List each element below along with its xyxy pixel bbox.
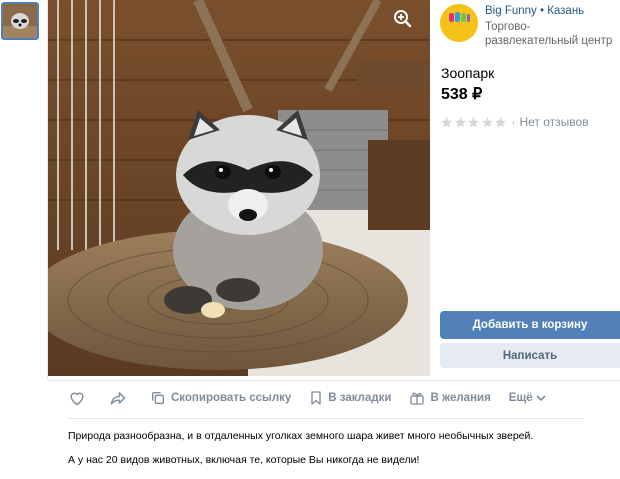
- copy-link-label: Скопировать ссылку: [171, 392, 292, 404]
- action-bar: Скопировать ссылку В закладки В желания …: [68, 388, 569, 408]
- wishlist-label: В желания: [430, 392, 491, 404]
- star-icon: [481, 116, 493, 127]
- heart-icon: [70, 392, 84, 406]
- rating-block[interactable]: · Нет отзывов: [440, 114, 589, 130]
- seller-category: Торгово-развлекательный центр: [485, 21, 613, 47]
- bookmarks-label: В закладки: [328, 392, 392, 404]
- seller-block: Big Funny • Казань Торгово-развлекательн…: [440, 4, 620, 48]
- big-funny-logo-icon: [440, 4, 478, 42]
- rating-separator: ·: [511, 115, 516, 129]
- seller-name-link[interactable]: Big Funny • Казань: [485, 5, 584, 17]
- description-paragraph: А у нас 20 видов животных, включая те, к…: [68, 454, 420, 466]
- bookmark-icon: [311, 391, 321, 405]
- bookmarks-button[interactable]: В закладки: [309, 390, 391, 406]
- like-button[interactable]: [68, 390, 91, 406]
- copy-link-button[interactable]: Скопировать ссылку: [150, 390, 291, 406]
- raccoon-photo-image: [48, 0, 430, 376]
- product-price: 538 ₽: [441, 86, 483, 103]
- more-label: Ещё: [508, 392, 533, 404]
- raccoon-thumbnail-image: [3, 4, 37, 38]
- reviews-count-text[interactable]: Нет отзывов: [520, 115, 589, 129]
- product-description: Природа разнообразна, и в отдаленных уго…: [68, 430, 598, 478]
- product-photo[interactable]: [48, 0, 430, 376]
- message-button[interactable]: Написать: [440, 343, 620, 368]
- more-button[interactable]: Ещё: [509, 392, 551, 404]
- product-title: Зоопарк: [441, 65, 495, 81]
- divider: [48, 380, 620, 381]
- thumbnail-strip: [0, 0, 48, 380]
- share-icon: [110, 392, 126, 405]
- star-icon: [495, 116, 506, 127]
- share-button[interactable]: [109, 390, 132, 406]
- gift-icon: [410, 392, 425, 405]
- copy-icon: [152, 392, 164, 404]
- star-icon: [441, 116, 452, 127]
- zoom-in-icon: [394, 10, 412, 28]
- chevron-down-icon: [536, 395, 546, 402]
- zoom-button[interactable]: [392, 8, 414, 30]
- seller-logo[interactable]: [440, 4, 478, 42]
- description-paragraph: Природа разнообразна, и в отдаленных уго…: [68, 430, 534, 442]
- star-icon: [468, 116, 479, 127]
- divider: [68, 418, 584, 419]
- wishlist-button[interactable]: В желания: [409, 390, 491, 406]
- photo-thumbnail[interactable]: [1, 2, 39, 40]
- add-to-cart-button[interactable]: Добавить в корзину: [440, 311, 620, 339]
- star-icon: [454, 116, 466, 127]
